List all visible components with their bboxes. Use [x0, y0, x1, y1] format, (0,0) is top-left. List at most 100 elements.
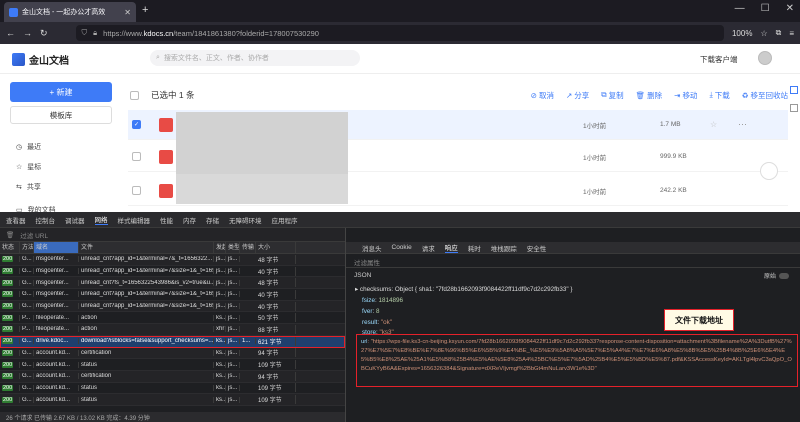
select-all-checkbox[interactable] [130, 90, 139, 100]
tab-performance[interactable]: 性能 [160, 215, 173, 225]
cell-initiator: ks... [216, 396, 226, 403]
cell-status: 200 [0, 396, 20, 403]
cell-initiator: ks... [216, 349, 226, 356]
row-checkbox[interactable] [132, 186, 141, 195]
address-bar[interactable]: ⛉ 🔒︎ https://www.kdocs.cn/team/184186138… [75, 25, 724, 41]
col-status[interactable]: 状态 [0, 242, 20, 253]
forward-arrow-icon[interactable]: → [23, 28, 32, 38]
tab-storage[interactable]: 存储 [206, 215, 219, 225]
network-row[interactable]: 200 G... account.kd... status ks... js... 109 … [0, 383, 345, 395]
reload-icon[interactable]: ↻ [40, 28, 48, 39]
detail-tab-response[interactable]: 响应 [444, 242, 458, 253]
minimize-icon[interactable]: — [735, 3, 745, 14]
assistant-robot-icon[interactable] [760, 162, 778, 180]
network-row-highlighted[interactable]: 200 G... drive.kdoc... download?isblocks=fa… [0, 335, 345, 348]
detail-tab-stack[interactable]: 堆栈跟踪 [491, 243, 517, 253]
url-filter-input[interactable]: 🗑︎ 过滤 URL [0, 228, 345, 242]
col-method[interactable]: 方法 [20, 242, 34, 253]
search-input[interactable]: ⌕ 搜索文件名、正文、作者、协作者 [150, 50, 360, 66]
sidebar-item-starred[interactable]: ☆ 星标 [16, 162, 41, 172]
tab-style-editor[interactable]: 样式编辑器 [118, 215, 151, 225]
new-tab-plus-icon[interactable]: + [142, 4, 148, 16]
delete-button[interactable]: 🗑︎ 删除 [636, 90, 663, 101]
network-row[interactable]: 200 G... msgcenter... unread_cnt?app_id=1&t… [0, 266, 345, 278]
sidebar-item-shared[interactable]: ⇆ 共享 [16, 182, 41, 192]
tab-console[interactable]: 控制台 [36, 215, 56, 225]
star-icon[interactable]: ☆ [710, 120, 717, 129]
trash-icon[interactable]: 🗑︎ [6, 231, 14, 239]
file-size: 242.2 KB [660, 187, 687, 194]
menu-icon[interactable]: ≡ [789, 29, 794, 38]
col-initiator[interactable]: 发起者 [214, 242, 226, 253]
bookmark-star-icon[interactable]: ☆ [760, 29, 767, 38]
move-button[interactable]: ⇥ 移动 [674, 90, 697, 101]
network-row[interactable]: 200 P... fileoperate... action ks... js... 50 … [0, 312, 345, 325]
property-filter-input[interactable]: 过滤属性 [346, 254, 800, 268]
row-checkbox[interactable] [132, 152, 141, 161]
cancel-button[interactable]: ⊘ 取消 [531, 90, 554, 101]
network-row[interactable]: 200 G... msgcenter... unread_cnt?fs_t=16563… [0, 277, 345, 290]
network-row[interactable]: 200 G... msgcenter... unread_cnt?app_id=1&t… [0, 300, 345, 313]
copy-button[interactable]: ⧉ 复制 [601, 90, 623, 101]
network-row[interactable]: 200 G... account.kd... certification ks... js… [0, 370, 345, 383]
network-row[interactable]: 200 G... account.kd... certification ks... js… [0, 347, 345, 360]
zoom-level[interactable]: 100% [732, 29, 752, 38]
network-row[interactable]: 200 G... account.kd... status ks... js... 109 … [0, 359, 345, 371]
col-type[interactable]: 类型 [226, 242, 240, 253]
network-row[interactable]: 200 G... msgcenter... unread_cnt?app_id=1&t… [0, 254, 345, 266]
json-line-url[interactable]: url: "https://wps-file.ks3-cn-beijing.ks… [356, 334, 798, 387]
detail-tab-request[interactable]: 请求 [422, 243, 435, 253]
detail-tab-security[interactable]: 安全性 [527, 243, 547, 253]
cell-type: js... [226, 326, 240, 333]
raw-toggle[interactable]: 原始 [764, 271, 790, 280]
tab-debugger[interactable]: 调试器 [65, 215, 85, 225]
col-file[interactable]: 文件 [79, 242, 214, 253]
window-close-icon[interactable]: ✕ [786, 3, 794, 14]
tab-accessibility[interactable]: 无障碍环境 [229, 215, 262, 225]
tab-close-icon[interactable]: ✕ [124, 8, 131, 17]
share-button[interactable]: ↗ 分享 [566, 90, 589, 101]
kdocs-logo[interactable]: 金山文档 [12, 52, 69, 67]
tab-network[interactable]: 网络 [94, 214, 108, 225]
tab-memory[interactable]: 内存 [183, 215, 196, 225]
detail-tab-bar: 消息头 Cookie 请求 响应 耗时 堆栈跟踪 安全性 [346, 242, 800, 254]
info-icon[interactable] [790, 104, 798, 112]
tab-inspector[interactable]: 查看器 [6, 215, 26, 225]
tab-application[interactable]: 应用程序 [272, 215, 298, 225]
detail-tab-timings[interactable]: 耗时 [468, 243, 481, 253]
new-button[interactable]: + 新建 [10, 82, 112, 102]
cell-type: js... [226, 279, 240, 286]
more-icon[interactable]: ⋯ [738, 119, 747, 130]
toggle-switch-icon[interactable] [779, 272, 790, 279]
extensions-icon[interactable]: ⧉ [776, 28, 782, 38]
network-row[interactable]: 200 G... msgcenter... unread_cnt?app_id=1&t… [0, 289, 345, 301]
recycle-button[interactable]: ♻︎ 移至回收站 [742, 90, 788, 101]
modified-time: 1小时前 [583, 122, 607, 130]
cell-domain: account.kd... [34, 384, 79, 391]
download-client-link[interactable]: 下载客户端 [700, 54, 738, 65]
col-size[interactable]: 大小 [256, 242, 296, 253]
back-arrow-icon[interactable]: ← [6, 28, 15, 38]
browser-tab[interactable]: 金山文档 - 一起办公才高效 ✕ [4, 2, 136, 22]
network-row[interactable]: 200 G... account.kd... status ks... js... 109 … [0, 394, 345, 406]
status-badge: 200 [2, 373, 14, 380]
right-rail [788, 74, 800, 212]
network-row[interactable]: 200 P... fileoperate... action xhr js... 88 字节 [0, 324, 345, 336]
template-library-button[interactable]: 模板库 [10, 106, 112, 124]
avatar[interactable] [758, 51, 772, 65]
cell-method: G... [20, 303, 34, 310]
row-checkbox[interactable]: ✓ [132, 120, 141, 129]
filter-placeholder: 过滤 URL [20, 232, 49, 240]
cell-status: 200 [0, 279, 20, 286]
json-section-label: JSON [354, 272, 372, 279]
detail-tab-headers[interactable]: 消息头 [362, 243, 382, 253]
maximize-icon[interactable]: ☐ [761, 3, 770, 14]
download-button[interactable]: ⤓ 下载 [709, 90, 729, 101]
sidebar-item-recent[interactable]: ◷ 最近 [16, 142, 41, 152]
col-domain[interactable]: 域名 [34, 242, 79, 253]
panel-icon[interactable] [790, 86, 798, 94]
status-badge: 200 [2, 361, 14, 368]
col-transfer[interactable]: 传输 [240, 242, 256, 253]
detail-tab-cookie[interactable]: Cookie [392, 244, 412, 251]
json-line-checksums[interactable]: ▸ checksums: Object { sha1: "7fd28b16620… [355, 286, 572, 293]
